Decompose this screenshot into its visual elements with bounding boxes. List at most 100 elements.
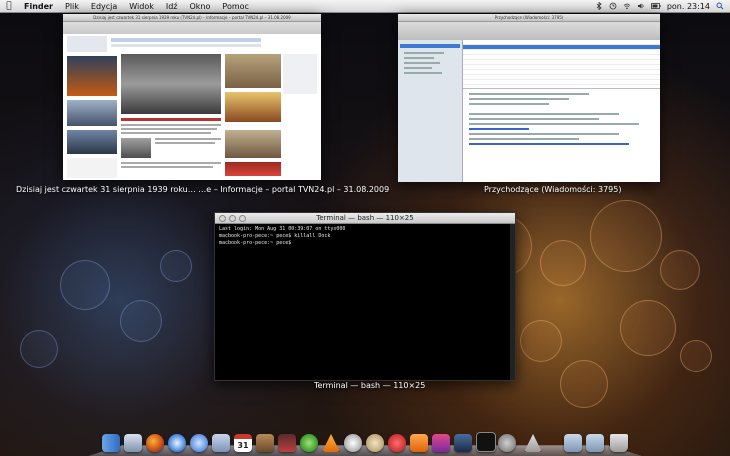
menu-finder[interactable]: Finder [18, 2, 59, 11]
lastfm-icon[interactable] [388, 434, 406, 452]
battery-icon[interactable] [650, 2, 661, 10]
bubble-decoration [660, 250, 700, 290]
text-line [121, 132, 211, 134]
itunes-icon[interactable] [190, 434, 208, 452]
mailbox-item[interactable] [404, 72, 442, 74]
rss-icon[interactable] [410, 434, 428, 452]
bubble-decoration [160, 250, 192, 282]
mailbox-sidebar[interactable] [398, 40, 463, 182]
news-photo-people [225, 92, 281, 122]
menu-go[interactable]: Idź [160, 2, 184, 11]
page-nav [111, 38, 261, 42]
ical-icon[interactable]: 31 [234, 434, 252, 452]
chess-icon[interactable] [366, 434, 384, 452]
system-preferences-icon[interactable] [498, 434, 516, 452]
photo-booth-icon[interactable] [278, 434, 296, 452]
vlc-icon[interactable] [322, 434, 340, 452]
terminal-line: macbook-pro-pece:~ pece$ killall Dock [219, 233, 331, 239]
photoshop-icon[interactable] [454, 434, 472, 452]
text-line [155, 142, 215, 144]
terminal-prompt[interactable]: macbook-pro-pece:~ pece$ [215, 240, 515, 247]
headline-bar [121, 118, 221, 121]
terminal-title-bar: Terminal — bash — 110×25 [215, 213, 515, 224]
bluetooth-icon[interactable] [595, 2, 603, 10]
link-line [469, 128, 529, 130]
text-line [155, 138, 221, 140]
news-thumb [121, 138, 151, 158]
time-machine-icon[interactable] [609, 2, 617, 10]
browser-window-title: Dzisiaj jest czwartek 31 sierpnia 1939 r… [63, 14, 321, 22]
utorrent-icon[interactable] [300, 434, 318, 452]
mail-window[interactable]: Przychodzące (Wiadomości: 3795) [398, 14, 660, 182]
text-line [469, 93, 589, 95]
dock: 31 [88, 424, 642, 456]
mailbox-item[interactable] [404, 52, 444, 54]
browser-window[interactable]: Dzisiaj jest czwartek 31 sierpnia 1939 r… [63, 14, 321, 180]
menu-bar:  Finder Plik Edycja Widok Idź Okno Pomo… [0, 0, 730, 13]
bubble-decoration [520, 320, 562, 362]
menu-help[interactable]: Pomoc [216, 2, 255, 11]
address-book-icon[interactable] [256, 434, 274, 452]
wifi-icon[interactable] [623, 2, 631, 10]
mailbox-item[interactable] [404, 62, 440, 64]
news-photo-city [67, 100, 117, 126]
text-line [121, 124, 221, 126]
message-row[interactable] [463, 80, 660, 85]
terminal-window-caption: Terminal — bash — 110×25 [314, 381, 426, 390]
volume-icon[interactable] [637, 2, 645, 10]
preview-icon[interactable] [124, 434, 142, 452]
safari-icon[interactable] [168, 434, 186, 452]
message-preview [463, 90, 660, 182]
bubble-decoration [60, 260, 110, 310]
mailbox-item[interactable] [404, 57, 434, 59]
trash-icon[interactable] [610, 434, 628, 452]
text-line [469, 118, 599, 120]
zoom-button[interactable] [239, 215, 246, 222]
menu-edit[interactable]: Edycja [85, 2, 123, 11]
mail-icon[interactable] [212, 434, 230, 452]
spotlight-icon[interactable] [716, 2, 724, 10]
clock[interactable]: pon. 23:14 [667, 2, 710, 11]
sidebar-column [283, 54, 317, 94]
menu-extras: pon. 23:14 [595, 2, 730, 11]
finder-icon[interactable] [102, 434, 120, 452]
terminal-icon[interactable] [476, 432, 496, 452]
message-list[interactable] [463, 40, 660, 89]
firefox-icon[interactable] [146, 434, 164, 452]
menu-file[interactable]: Plik [59, 2, 85, 11]
text-block [67, 158, 117, 178]
link-line [469, 143, 629, 145]
mailbox-inbox-selected[interactable] [400, 44, 460, 48]
terminal-window[interactable]: Terminal — bash — 110×25 Last login: Mon… [214, 212, 516, 381]
iphoto-icon[interactable] [432, 434, 450, 452]
mailbox-item[interactable] [404, 67, 432, 69]
terminal-output[interactable]: Last login: Mon Aug 31 00:39:07 on ttys0… [215, 224, 515, 247]
downloads-folder-icon[interactable] [564, 434, 582, 452]
bubble-decoration [620, 300, 676, 356]
mail-toolbar [398, 22, 660, 41]
news-photo-side [225, 54, 281, 88]
close-button[interactable] [219, 215, 226, 222]
documents-folder-icon[interactable] [586, 434, 604, 452]
terminal-title: Terminal — bash — 110×25 [316, 214, 414, 222]
text-line [469, 123, 639, 125]
mail-window-title: Przychodzące (Wiadomości: 3795) [398, 14, 660, 22]
news-photo-fire [67, 56, 117, 96]
app-store-icon[interactable] [524, 434, 542, 452]
news-photo-main [121, 54, 221, 114]
terminal-scrollbar[interactable] [510, 224, 515, 380]
news-photo-archive [225, 130, 281, 158]
bubble-decoration [680, 340, 712, 372]
adium-icon[interactable] [344, 434, 362, 452]
browser-page-content [63, 34, 321, 180]
bubble-decoration [120, 300, 162, 342]
menu-window[interactable]: Okno [184, 2, 217, 11]
text-line [469, 103, 549, 105]
bubble-decoration [590, 200, 662, 272]
minimize-button[interactable] [229, 215, 236, 222]
bubble-decoration [540, 240, 586, 286]
text-line [469, 133, 619, 135]
text-line [121, 128, 217, 130]
apple-menu-icon[interactable]:  [0, 1, 18, 11]
menu-view[interactable]: Widok [123, 2, 160, 11]
